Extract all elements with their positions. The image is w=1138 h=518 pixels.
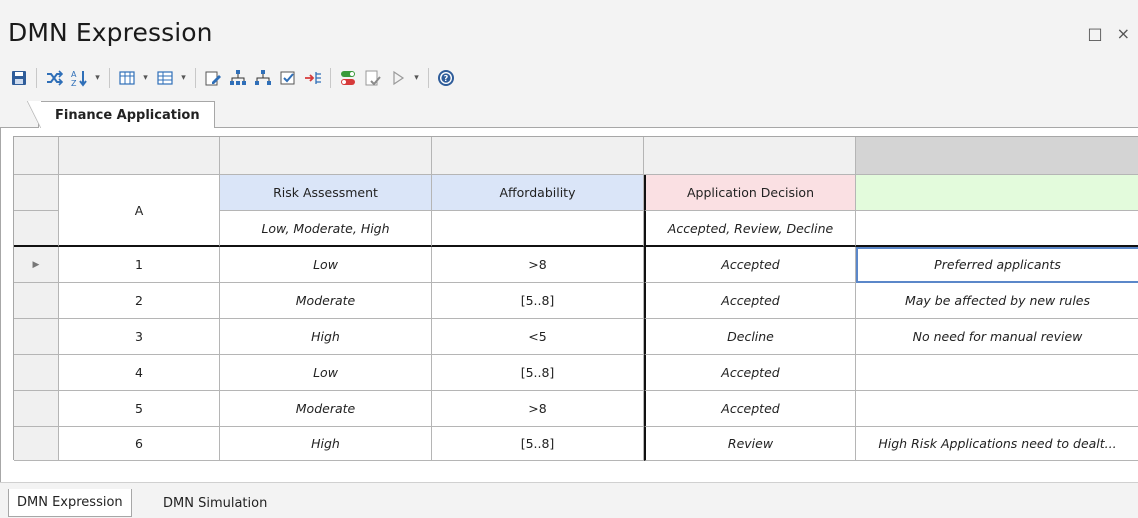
svg-text:Z: Z — [71, 79, 77, 87]
validate-icon[interactable] — [362, 67, 384, 89]
rule-cell-application-decision[interactable]: Accepted — [644, 355, 856, 391]
column-header-output[interactable] — [644, 137, 856, 175]
rule-cell-affordability[interactable]: [5..8] — [432, 427, 644, 461]
rule-cell-risk-assessment[interactable]: Moderate — [220, 283, 432, 319]
sort-dropdown-icon[interactable]: ▾ — [93, 67, 102, 89]
rule-number[interactable]: 5 — [59, 391, 220, 427]
row-selector[interactable] — [14, 427, 59, 461]
current-row-marker-icon: ▶ — [32, 259, 40, 270]
rule-cell-risk-assessment[interactable]: Low — [220, 247, 432, 283]
toolbar-separator — [428, 68, 429, 88]
save-icon[interactable] — [8, 67, 30, 89]
column-header-hit-policy[interactable] — [59, 137, 220, 175]
allowed-values-affordability[interactable] — [432, 211, 644, 247]
column-header-input-1[interactable] — [220, 137, 432, 175]
rule-number[interactable]: 3 — [59, 319, 220, 355]
rule-cell-affordability[interactable]: [5..8] — [432, 355, 644, 391]
window-controls: □ × — [1087, 26, 1130, 42]
row-selector[interactable] — [14, 391, 59, 427]
row-selector[interactable] — [14, 283, 59, 319]
rule-cell-annotation[interactable] — [856, 391, 1138, 427]
column-header-input-2[interactable] — [432, 137, 644, 175]
window-title: DMN Expression — [8, 18, 213, 47]
row-header-label[interactable] — [14, 175, 59, 211]
help-icon[interactable]: ? — [435, 67, 457, 89]
toolbar-separator — [195, 68, 196, 88]
rule-cell-affordability[interactable]: <5 — [432, 319, 644, 355]
hit-policy-cell[interactable]: A — [59, 175, 220, 247]
tab-dmn-expression[interactable]: DMN Expression — [8, 489, 132, 517]
rule-number[interactable]: 2 — [59, 283, 220, 319]
toolbar-separator — [36, 68, 37, 88]
hierarchy-alt-icon[interactable] — [252, 67, 274, 89]
window-titlebar: DMN Expression □ × — [0, 0, 1138, 62]
run-dropdown-icon[interactable]: ▾ — [412, 67, 421, 89]
rule-cell-affordability[interactable]: >8 — [432, 391, 644, 427]
rule-cell-risk-assessment[interactable]: Low — [220, 355, 432, 391]
row-header-allowed-values[interactable] — [14, 211, 59, 247]
rule-cell-annotation[interactable]: High Risk Applications need to dealt... — [856, 427, 1138, 461]
edit-check-icon[interactable] — [277, 67, 299, 89]
toggle-icon[interactable] — [337, 67, 359, 89]
output-header-application-decision[interactable]: Application Decision — [644, 175, 856, 211]
table-rows-icon[interactable] — [154, 67, 176, 89]
arrow-into-list-icon[interactable] — [302, 67, 324, 89]
rule-cell-annotation[interactable]: Preferred applicants — [856, 247, 1138, 283]
tab-dmn-simulation[interactable]: DMN Simulation — [155, 489, 275, 517]
table-columns-icon[interactable] — [116, 67, 138, 89]
annotation-header[interactable] — [856, 175, 1138, 211]
rule-cell-annotation[interactable] — [856, 355, 1138, 391]
maximize-icon[interactable]: □ — [1087, 26, 1102, 42]
rule-cell-application-decision[interactable]: Accepted — [644, 391, 856, 427]
sort-az-icon[interactable]: AZ — [68, 67, 90, 89]
close-icon[interactable]: × — [1117, 26, 1130, 42]
rule-cell-risk-assessment[interactable]: High — [220, 319, 432, 355]
rule-cell-application-decision[interactable]: Accepted — [644, 247, 856, 283]
rule-number[interactable]: 1 — [59, 247, 220, 283]
run-icon[interactable] — [387, 67, 409, 89]
rule-cell-risk-assessment[interactable]: Moderate — [220, 391, 432, 427]
rule-cell-affordability[interactable]: [5..8] — [432, 283, 644, 319]
rule-cell-annotation[interactable]: No need for manual review — [856, 319, 1138, 355]
hierarchy-icon[interactable] — [227, 67, 249, 89]
row-selector[interactable]: ▶ — [14, 247, 59, 283]
toolbar-separator — [330, 68, 331, 88]
input-header-risk-assessment[interactable]: Risk Assessment — [220, 175, 432, 211]
toolbar: AZ ▾ ▾ ▾ ▾ ? — [0, 62, 1138, 94]
rule-cell-application-decision[interactable]: Decline — [644, 319, 856, 355]
document-tab-strip: Finance Application — [0, 94, 1138, 129]
rows-dropdown-icon[interactable]: ▾ — [179, 67, 188, 89]
toolbar-separator — [109, 68, 110, 88]
tab-finance-application[interactable]: Finance Application — [27, 101, 215, 129]
row-selector[interactable] — [14, 355, 59, 391]
rule-cell-risk-assessment[interactable]: High — [220, 427, 432, 461]
edit-property-icon[interactable] — [202, 67, 224, 89]
columns-dropdown-icon[interactable]: ▾ — [141, 67, 150, 89]
input-header-affordability[interactable]: Affordability — [432, 175, 644, 211]
rule-cell-affordability[interactable]: >8 — [432, 247, 644, 283]
column-header-annotation[interactable] — [856, 137, 1138, 175]
rule-number[interactable]: 6 — [59, 427, 220, 461]
allowed-values-risk-assessment[interactable]: Low, Moderate, High — [220, 211, 432, 247]
decision-table-area: A Risk Assessment Affordability Application… — [0, 128, 1138, 482]
row-selector[interactable] — [14, 319, 59, 355]
decision-table: A Risk Assessment Affordability Application… — [13, 136, 1138, 461]
allowed-values-application-decision[interactable]: Accepted, Review, Decline — [644, 211, 856, 247]
rule-number[interactable]: 4 — [59, 355, 220, 391]
bottom-tab-bar: DMN Expression DMN Simulation — [0, 482, 1138, 518]
rule-cell-application-decision[interactable]: Review — [644, 427, 856, 461]
rule-cell-annotation[interactable]: May be affected by new rules — [856, 283, 1138, 319]
allowed-values-annotation[interactable] — [856, 211, 1138, 247]
shuffle-icon[interactable] — [43, 67, 65, 89]
select-all-corner[interactable] — [14, 137, 59, 175]
rule-cell-application-decision[interactable]: Accepted — [644, 283, 856, 319]
svg-text:A: A — [71, 70, 77, 79]
svg-text:?: ? — [444, 74, 449, 83]
